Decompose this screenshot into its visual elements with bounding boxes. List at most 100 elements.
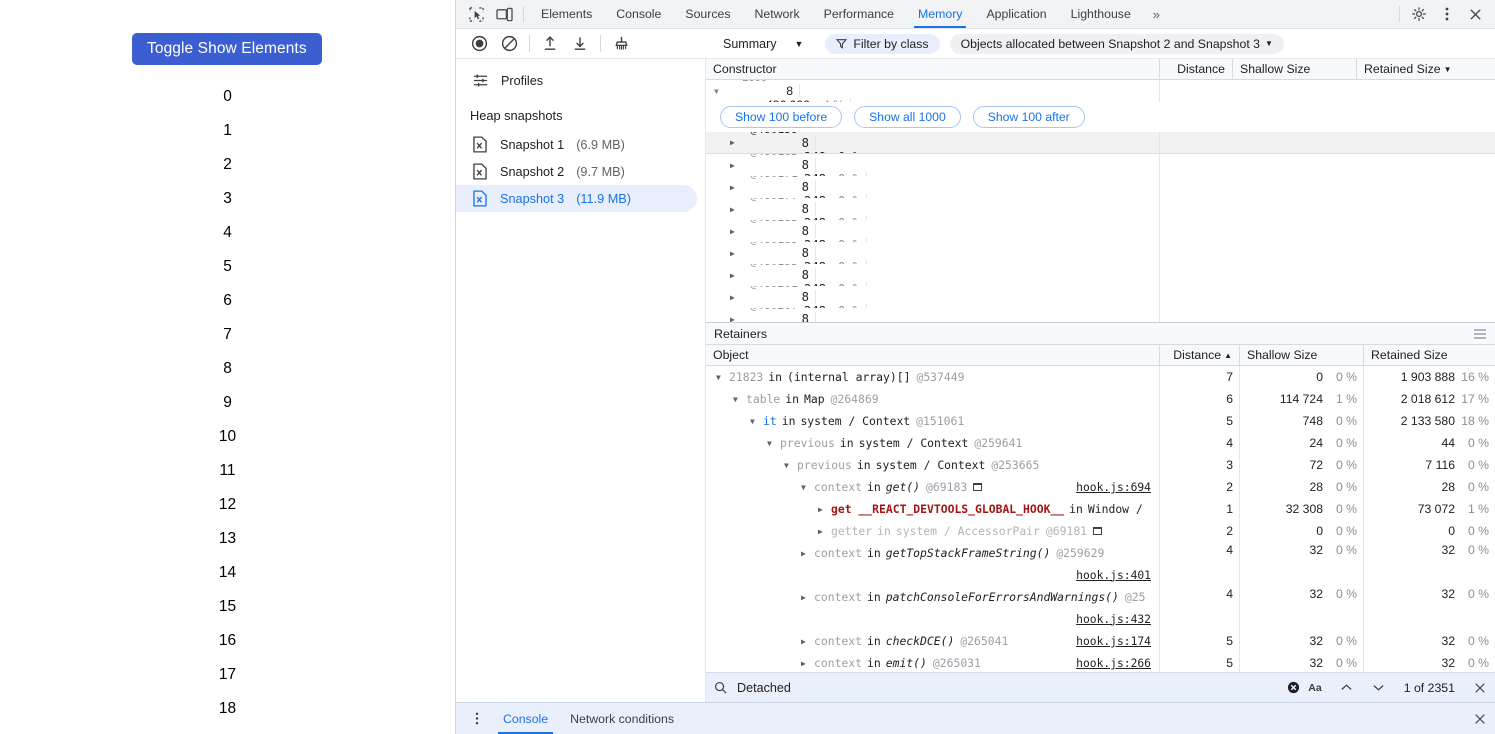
snapshot-range-label: Objects allocated between Snapshot 2 and… [960, 36, 1261, 51]
snapshot-item-1[interactable]: Snapshot 1 (6.9 MB) [456, 131, 697, 158]
clear-icon[interactable] [494, 31, 524, 57]
expand-triangle-icon[interactable]: ▶ [730, 293, 739, 302]
table-row[interactable]: ▼ previous in system / Context @259641 4 24 0 %… [706, 432, 1495, 454]
expand-triangle-icon[interactable]: ▶ [801, 659, 810, 668]
search-field-wrap[interactable] [714, 680, 1280, 695]
tab-network[interactable]: Network [743, 0, 812, 28]
column-header-distance[interactable]: Distance [1160, 59, 1233, 79]
upload-icon[interactable] [535, 31, 565, 57]
expand-triangle-icon[interactable]: ▼ [716, 373, 725, 382]
table-row[interactable]: ▼ previous in system / Context @253665 3 72 0 %… [706, 454, 1495, 476]
devtools-tab-list: Elements Console Sources Network Performance… [529, 0, 1143, 28]
broom-icon[interactable] [606, 31, 636, 57]
tab-performance[interactable]: Performance [812, 0, 906, 28]
expand-triangle-icon[interactable]: ▶ [730, 161, 739, 170]
more-tools-icon[interactable] [462, 703, 492, 734]
download-icon[interactable] [565, 31, 595, 57]
expand-triangle-icon[interactable]: ▶ [730, 249, 739, 258]
column-header-ret-retained-size[interactable]: Retained Size [1364, 345, 1495, 365]
column-header-constructor[interactable]: Constructor [706, 59, 1160, 79]
expand-triangle-icon[interactable]: ▼ [750, 417, 759, 426]
number-item: 7 [223, 326, 232, 343]
table-row[interactable]: ▶ context in getTopStackFrameString() @25962… [706, 542, 1495, 586]
table-row[interactable]: ▶ context in checkDCE() @265041 hook.js:174 5 3… [706, 630, 1495, 652]
column-header-retained-size[interactable]: Retained Size ▼ [1357, 59, 1495, 79]
table-row[interactable]: ▶ Detached @460183✂82480 %2480 % [706, 220, 1495, 242]
tab-lighthouse[interactable]: Lighthouse [1059, 0, 1143, 28]
expand-triangle-icon[interactable]: ▶ [801, 637, 810, 646]
previous-match-icon[interactable] [1339, 681, 1354, 694]
table-row[interactable]: ▶ Detached @460171✂82480 %2480 % [706, 176, 1495, 198]
view-mode-select[interactable]: Summary ▼ [719, 37, 807, 51]
device-toolbar-icon[interactable] [490, 0, 518, 28]
toggle-show-elements-button[interactable]: Toggle Show Elements [132, 33, 322, 65]
record-icon[interactable] [464, 31, 494, 57]
drawer-tab-console[interactable]: Console [492, 703, 559, 734]
drawer-tab-network-conditions[interactable]: Network conditions [559, 703, 685, 734]
gear-icon[interactable] [1405, 6, 1433, 22]
search-input[interactable] [737, 680, 1280, 695]
show-button-before[interactable]: Show 100 before [720, 106, 843, 128]
more-tabs-icon[interactable]: » [1143, 0, 1170, 28]
table-row[interactable]: ▶ Detached @460177✂82480 %2480 % [706, 198, 1495, 220]
table-row[interactable]: ▶ Detached @460165✂82480 %2480 % [706, 154, 1495, 176]
expand-triangle-icon[interactable]: ▶ [730, 138, 739, 147]
row-object-id: @460195 [750, 264, 798, 268]
tab-elements[interactable]: Elements [529, 0, 604, 28]
expand-triangle-icon[interactable]: ▼ [767, 439, 776, 448]
expand-triangle-icon[interactable]: ▶ [818, 527, 827, 536]
show-button-all[interactable]: Show all 1000 [854, 106, 961, 128]
clear-input-icon[interactable] [1287, 681, 1300, 694]
table-row[interactable]: ▶ context in emit() @265031 hook.js:266 5 32 0 %… [706, 652, 1495, 672]
table-row[interactable]: ▶ getter in system / AccessorPair @69181 2 0 0 … [706, 520, 1495, 542]
tab-memory[interactable]: Memory [906, 0, 974, 28]
expand-triangle-icon[interactable]: ▼ [714, 87, 723, 96]
snapshot-item-3[interactable]: Snapshot 3 (11.9 MB) [456, 185, 697, 212]
row-object-cell: ▶ Detached @460207✂82480 %2480 % [706, 308, 1160, 322]
table-row[interactable]: ▶ Detached @460207✂82480 %2480 % [706, 308, 1495, 322]
close-search-icon[interactable] [1473, 681, 1487, 695]
expand-triangle-icon[interactable]: ▶ [801, 549, 810, 558]
tab-sources[interactable]: Sources [673, 0, 742, 28]
inspect-element-icon[interactable] [462, 0, 490, 28]
table-row[interactable]: ▶ Detached @460189✂82480 %2480 % [706, 242, 1495, 264]
table-row[interactable]: ▼ it in system / Context @151061 5 748 0 % 2 133… [706, 410, 1495, 432]
tab-console[interactable]: Console [604, 0, 673, 28]
more-options-icon[interactable] [1433, 6, 1461, 22]
close-icon[interactable] [1461, 7, 1489, 22]
constructor-parent-row[interactable]: ▼ Detached ×20008496 0004 %637 6165 % [706, 80, 1495, 102]
expand-triangle-icon[interactable]: ▶ [801, 593, 810, 602]
hamburger-icon[interactable] [1473, 328, 1487, 340]
table-row[interactable]: ▶ Detached @460195✂82480 %2480 % [706, 264, 1495, 286]
expand-triangle-icon[interactable]: ▼ [801, 483, 810, 492]
expand-triangle-icon[interactable]: ▶ [730, 205, 739, 214]
expand-triangle-icon[interactable]: ▶ [730, 227, 739, 236]
column-header-ret-shallow-size[interactable]: Shallow Size [1240, 345, 1364, 365]
column-header-ret-distance[interactable]: Distance ▲ [1160, 345, 1240, 365]
table-row[interactable]: ▶ get __REACT_DEVTOOLS_GLOBAL_HOOK__ in Win… [706, 498, 1495, 520]
expand-triangle-icon[interactable]: ▼ [784, 461, 793, 470]
snapshot-item-2[interactable]: Snapshot 2 (9.7 MB) [456, 158, 697, 185]
table-row[interactable]: ▶ Detached @460159✂82480 %2480 % [706, 132, 1495, 154]
sort-desc-icon: ▼ [1443, 64, 1452, 74]
column-header-object[interactable]: Object [706, 345, 1160, 365]
column-header-shallow-size[interactable]: Shallow Size [1233, 59, 1357, 79]
expand-triangle-icon[interactable]: ▶ [730, 183, 739, 192]
filter-by-class-button[interactable]: Filter by class [825, 33, 940, 54]
table-row[interactable]: ▶ context in patchConsoleForErrorsAndWarnin… [706, 586, 1495, 630]
next-match-icon[interactable] [1371, 681, 1386, 694]
table-row[interactable]: ▶ Detached @460201✂82480 %2480 % [706, 286, 1495, 308]
tab-application[interactable]: Application [974, 0, 1058, 28]
expand-triangle-icon[interactable]: ▶ [730, 315, 739, 323]
sidebar-item-profiles[interactable]: Profiles [456, 67, 697, 94]
snapshot-range-select[interactable]: Objects allocated between Snapshot 2 and… [949, 33, 1284, 54]
match-case-icon[interactable]: Aa [1308, 682, 1321, 694]
expand-triangle-icon[interactable]: ▶ [730, 271, 739, 280]
expand-triangle-icon[interactable]: ▼ [733, 395, 742, 404]
table-row[interactable]: ▼ context in get() @69183 hook.js:694 2 28 0 % 28… [706, 476, 1495, 498]
close-drawer-icon[interactable] [1473, 712, 1487, 726]
table-row[interactable]: ▼ 21823 in (internal array)[] @537449 7 0 0 % 1 … [706, 366, 1495, 388]
table-row[interactable]: ▼ table in Map @264869 6 114 724 1 % 2 018 612 17… [706, 388, 1495, 410]
show-button-after[interactable]: Show 100 after [972, 106, 1085, 128]
expand-triangle-icon[interactable]: ▶ [818, 505, 827, 514]
